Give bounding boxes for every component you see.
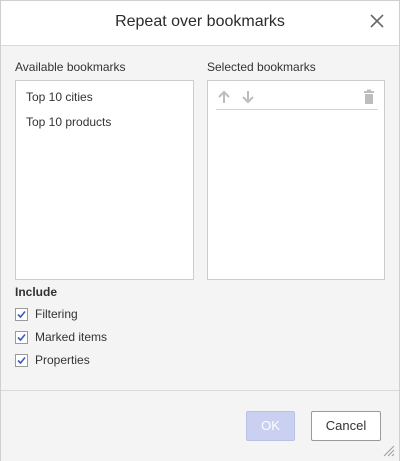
checkbox[interactable]: [15, 307, 28, 321]
list-item[interactable]: Top 10 cities: [16, 85, 193, 110]
trash-icon[interactable]: [361, 89, 377, 105]
repeat-over-bookmarks-dialog: Repeat over bookmarks Available bookmark…: [0, 0, 400, 461]
available-bookmarks-label: Available bookmarks: [15, 60, 126, 74]
cancel-button[interactable]: Cancel: [311, 411, 381, 441]
checkbox-label: Properties: [35, 353, 90, 367]
dialog-title: Repeat over bookmarks: [115, 13, 285, 30]
include-heading: Include: [15, 285, 58, 299]
include-marked-items-checkbox[interactable]: Marked items: [15, 329, 107, 345]
include-properties-checkbox[interactable]: Properties: [15, 352, 90, 368]
checkbox[interactable]: [15, 353, 28, 367]
arrow-up-icon[interactable]: [216, 89, 232, 105]
available-bookmarks-list[interactable]: Top 10 cities Top 10 products: [15, 80, 194, 280]
ok-button[interactable]: OK: [246, 411, 295, 441]
selected-bookmarks-list[interactable]: [207, 80, 385, 280]
checkbox-label: Filtering: [35, 307, 78, 321]
checkbox-label: Marked items: [35, 330, 108, 344]
list-item[interactable]: Top 10 products: [16, 110, 193, 135]
dialog-footer: OK Cancel: [1, 390, 399, 461]
selected-bookmarks-label: Selected bookmarks: [207, 60, 316, 74]
close-icon[interactable]: [369, 13, 385, 29]
arrow-down-icon[interactable]: [240, 89, 256, 105]
include-filtering-checkbox[interactable]: Filtering: [15, 306, 78, 322]
dialog-body: Available bookmarks Top 10 cities Top 10…: [1, 46, 399, 389]
resize-grip-icon[interactable]: [381, 443, 395, 457]
checkbox[interactable]: [15, 330, 28, 344]
selected-bookmarks-toolbar: [216, 87, 378, 110]
dialog-titlebar: Repeat over bookmarks: [1, 1, 399, 46]
